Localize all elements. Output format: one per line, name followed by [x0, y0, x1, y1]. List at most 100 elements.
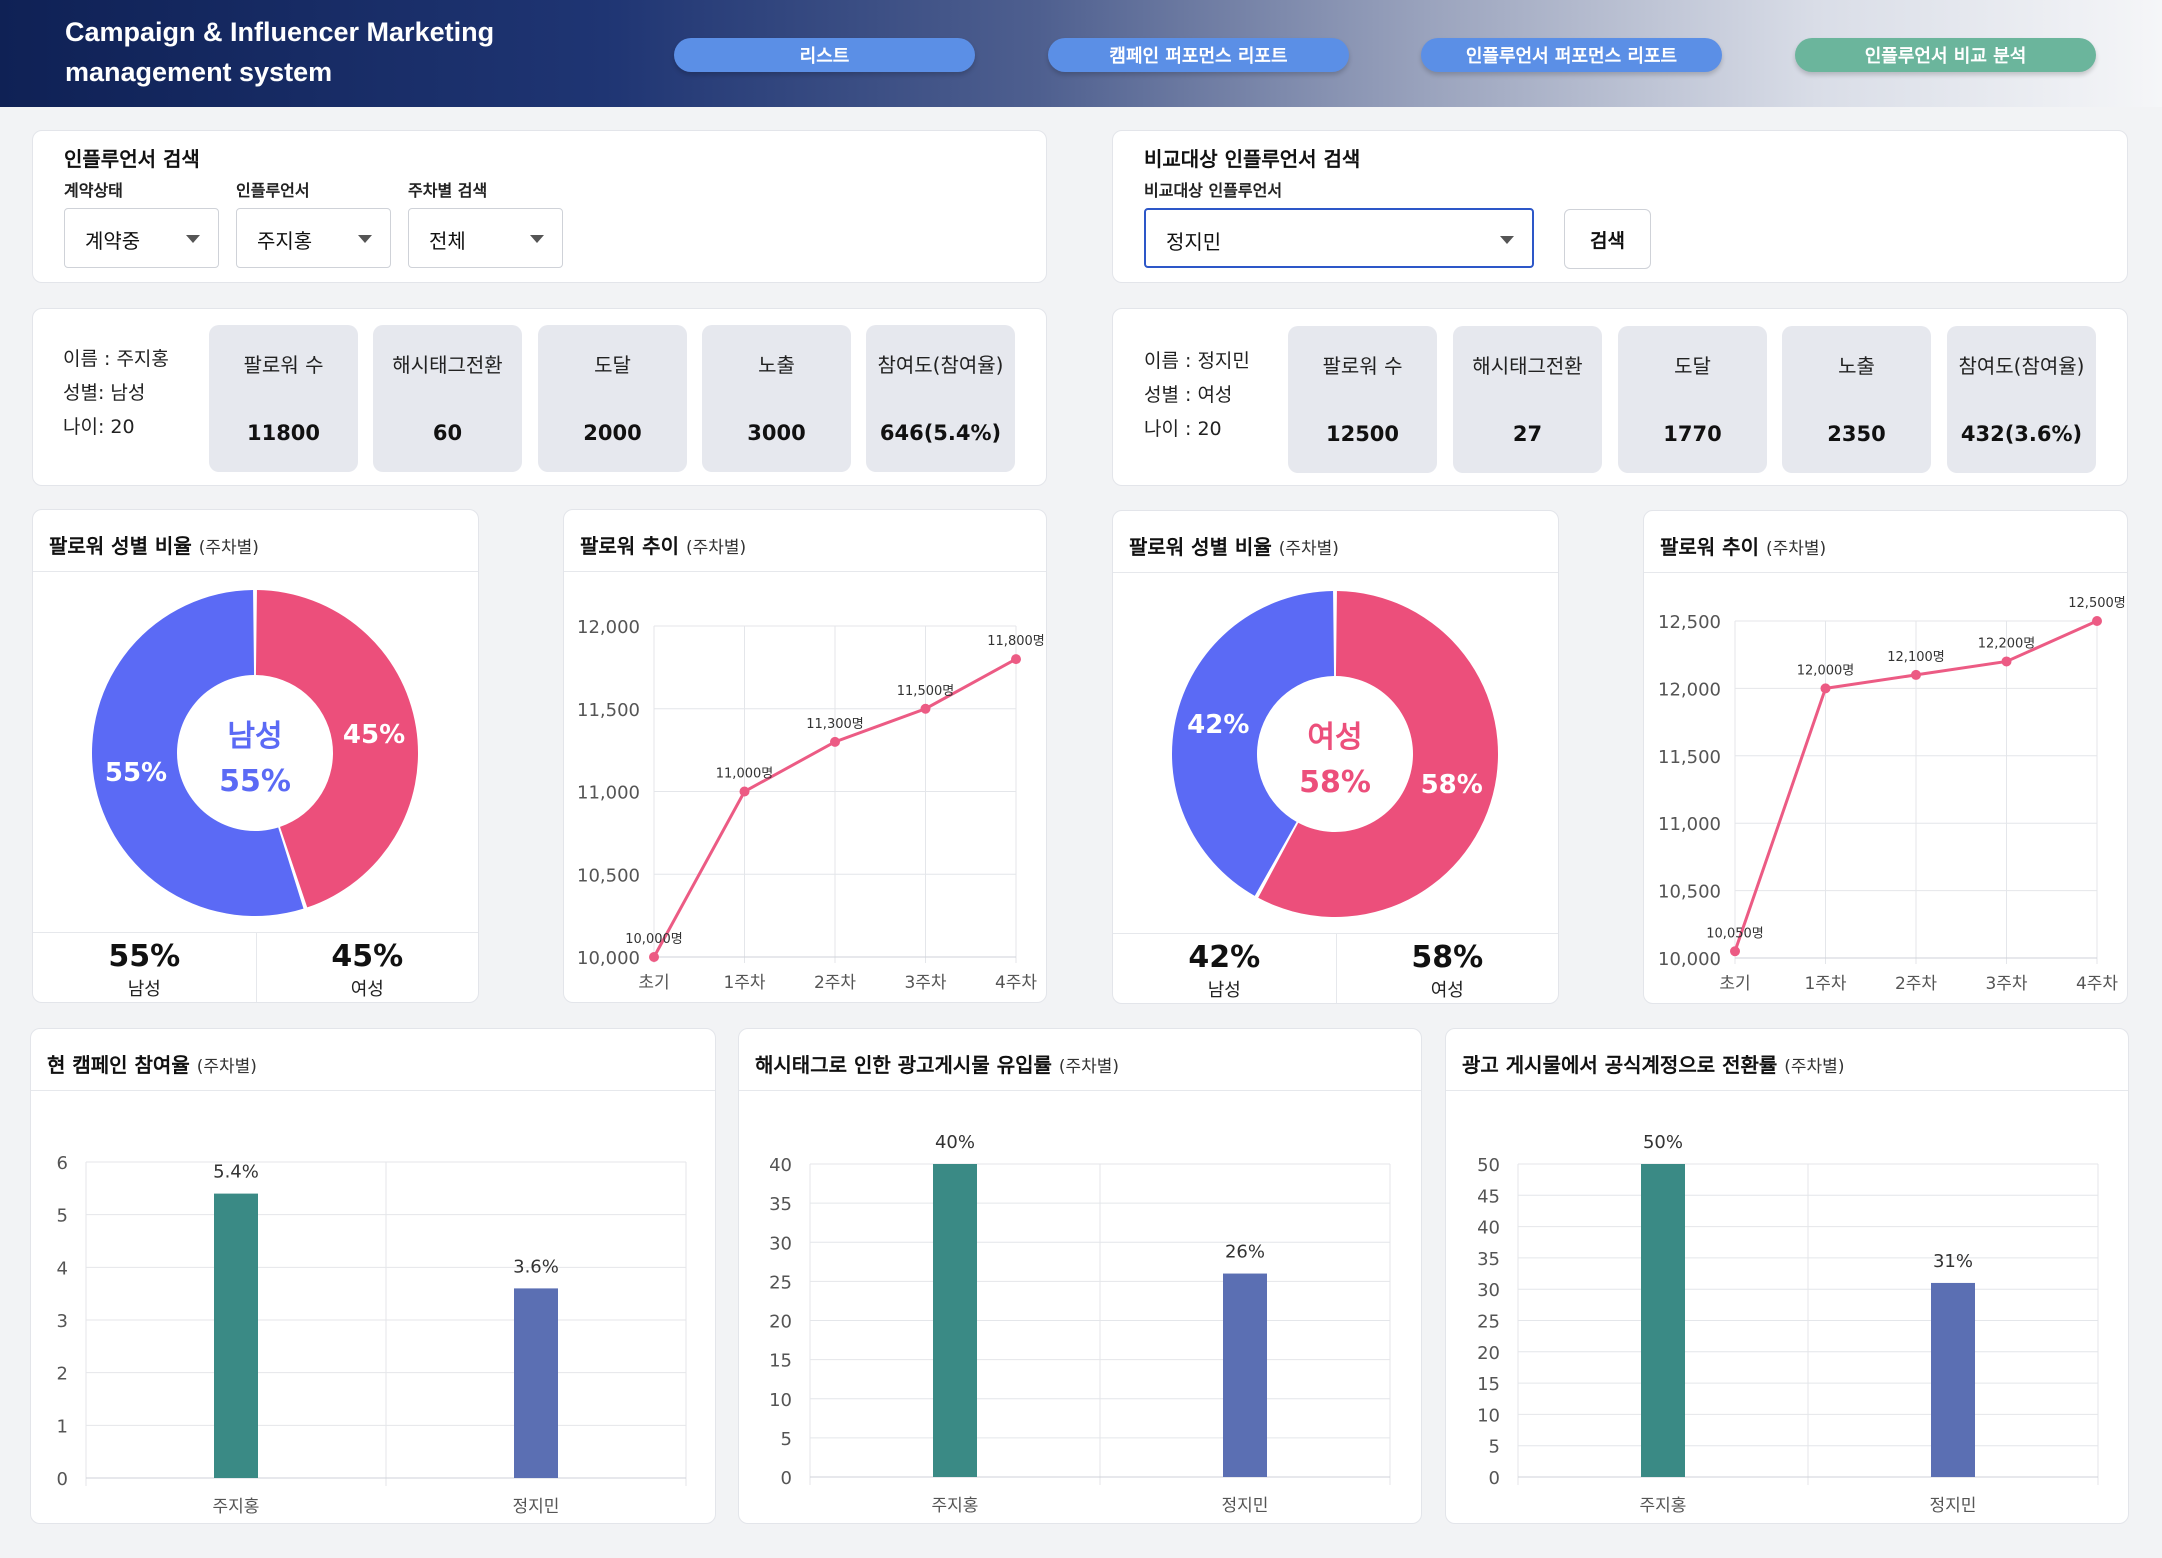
stat-value: 11800 [246, 421, 321, 445]
stat-label: 팔로워 수 [1322, 354, 1403, 378]
point-label: 11,800명 [987, 634, 1044, 649]
x-tick-label: 3주차 [1985, 974, 2027, 994]
profile-gender: 성별: 남성 [63, 382, 146, 404]
stat-followers: 팔로워 수 12500 [1288, 326, 1437, 473]
chevron-down-icon [530, 235, 544, 243]
panel-title: 팔로워 추이 [580, 534, 679, 558]
stat-hashtag-conversion: 해시태그전환 60 [373, 325, 522, 472]
point-label: 11,300명 [806, 717, 863, 732]
panel-subtitle: (주차별) [1784, 1057, 1845, 1077]
y-tick-label: 12,000 [577, 617, 640, 638]
follower-trend-panel-compare: 팔로워 추이 (주차별) 10,000 10,500 11,000 11,500 12,… [1643, 510, 2128, 1004]
panel-subtitle: (주차별) [1058, 1057, 1120, 1077]
y-tick-label: 1 [57, 1416, 68, 1437]
gender-ratio-panel-compare: 팔로워 성별 비율 (주차별) 58% 42% 여성 58% 42% 남성 58% 여… [1112, 510, 1559, 1004]
panel-title: 팔로워 성별 비율 [1129, 535, 1272, 559]
stat-label: 팔로워 수 [243, 353, 324, 377]
x-tick-label: 4주차 [995, 973, 1037, 993]
data-point [1911, 669, 1921, 680]
panel-header: 현 캠페인 참여율 (주차별) [31, 1029, 715, 1091]
y-tick-label: 0 [57, 1469, 68, 1490]
y-tick-label: 10,000 [577, 948, 640, 969]
point-label: 12,500명 [2068, 596, 2125, 611]
x-tick-label: 정지민 [1930, 1496, 1977, 1516]
y-tick-label: 0 [1489, 1468, 1500, 1489]
panel-subtitle: (주차별) [685, 538, 747, 558]
panel-title: 해시태그로 인한 광고게시물 유입률 [755, 1053, 1052, 1077]
stat-label: 참여도(참여율) [877, 353, 1004, 377]
data-point [1730, 946, 1740, 957]
week-select[interactable]: 전체 [408, 208, 563, 268]
y-tick-label: 15 [1477, 1374, 1500, 1395]
y-tick-label: 4 [57, 1258, 68, 1279]
panel-subtitle: (주차별) [198, 538, 259, 558]
profile-info: 이름 : 주지홍 성별: 남성 나이: 20 [63, 342, 169, 444]
x-tick-label: 4주차 [2076, 974, 2118, 994]
x-tick-label: 초기 [1719, 974, 1750, 994]
x-tick-label: 주지홍 [213, 1497, 260, 1517]
influencer-search-title: 인플루언서 검색 [64, 147, 200, 171]
bar [514, 1288, 558, 1478]
y-tick-label: 25 [1477, 1312, 1500, 1333]
y-tick-label: 30 [769, 1233, 792, 1254]
profile-card-primary: 이름 : 주지홍 성별: 남성 나이: 20 팔로워 수 11800 해시태그전… [32, 308, 1047, 486]
panel-title: 광고 게시물에서 공식계정으로 전환률 [1462, 1053, 1778, 1077]
nav-button-list[interactable]: 리스트 [674, 38, 975, 72]
search-button[interactable]: 검색 [1564, 209, 1651, 269]
profile-age: 나이: 20 [63, 416, 135, 438]
profile-name: 이름 : 주지홍 [63, 348, 169, 370]
hashtag-inflow-panel: 해시태그로 인한 광고게시물 유입률 (주차별) 0 5 10 15 20 25 30 35 4… [738, 1028, 1422, 1524]
nav-button-campaign-report[interactable]: 캠페인 퍼포먼스 리포트 [1048, 38, 1349, 72]
x-tick-label: 주지홍 [1640, 1496, 1687, 1516]
x-tick-label: 2주차 [814, 973, 856, 993]
data-point [1011, 654, 1021, 665]
y-tick-label: 3 [57, 1311, 68, 1332]
nav-button-influencer-compare[interactable]: 인플루언서 비교 분석 [1795, 38, 2096, 72]
influencer-label: 인플루언서 [236, 181, 310, 200]
x-tick-label: 초기 [638, 973, 669, 993]
bar-value-label: 5.4% [213, 1162, 259, 1183]
chevron-down-icon [358, 235, 372, 243]
stat-impressions: 노출 2350 [1782, 326, 1931, 473]
compare-influencer-select[interactable]: 정지민 [1144, 208, 1534, 268]
panel-header: 팔로워 추이 (주차별) [564, 510, 1046, 572]
data-point [830, 736, 840, 747]
female-percent: 45% [331, 939, 404, 974]
stat-label: 도달 [1674, 354, 1711, 378]
influencer-value: 주지홍 [257, 229, 313, 253]
follower-trend-chart: 10,000 10,500 11,000 11,500 12,000 12,500 초기 1주… [1658, 596, 2126, 994]
influencer-select[interactable]: 주지홍 [236, 208, 391, 268]
profile-card-compare: 이름 : 정지민 성별 : 여성 나이 : 20 팔로워 수 12500 해시태… [1112, 308, 2128, 486]
donut-center-value: 55% [219, 764, 291, 799]
chevron-down-icon [1500, 236, 1514, 244]
point-label: 12,000명 [1797, 663, 1854, 678]
app-title: Campaign & Influencer Marketing manageme… [65, 17, 495, 87]
stat-value: 646(5.4%) [879, 421, 1002, 445]
data-point [2001, 656, 2012, 667]
female-label: 여성 [350, 979, 384, 1000]
male-summary: 42% 남성 [1113, 934, 1336, 1003]
point-label: 11,500명 [897, 684, 954, 699]
y-tick-label: 12,000 [1658, 679, 1721, 700]
y-tick-label: 50 [1477, 1155, 1500, 1176]
contract-status-value: 계약중 [85, 229, 141, 253]
bar-value-label: 31% [1933, 1251, 1973, 1272]
stat-value: 12500 [1325, 422, 1400, 446]
x-tick-label: 주지홍 [932, 1496, 979, 1516]
male-slice-label: 55% [105, 758, 167, 788]
point-label: 10,050명 [1706, 926, 1763, 941]
panel-subtitle: (주차별) [1278, 539, 1339, 559]
y-tick-label: 0 [781, 1468, 792, 1489]
donut-center-label: 남성 [227, 719, 282, 754]
panel-header: 해시태그로 인한 광고게시물 유입률 (주차별) [739, 1029, 1421, 1091]
profile-name: 이름 : 정지민 [1144, 350, 1250, 372]
app-header: Campaign & Influencer Marketing manageme… [0, 0, 2162, 107]
contract-status-select[interactable]: 계약중 [64, 208, 219, 268]
stat-value: 60 [432, 421, 463, 445]
stat-reach: 도달 1770 [1618, 326, 1767, 473]
female-slice-label: 58% [1421, 770, 1483, 800]
nav-button-influencer-report[interactable]: 인플루언서 퍼포먼스 리포트 [1421, 38, 1722, 72]
bar [1223, 1273, 1267, 1477]
compare-search-card: 비교대상 인플루언서 검색 비교대상 인플루언서 정지민 검색 [1112, 130, 2128, 283]
panel-subtitle: (주차별) [1765, 539, 1827, 559]
